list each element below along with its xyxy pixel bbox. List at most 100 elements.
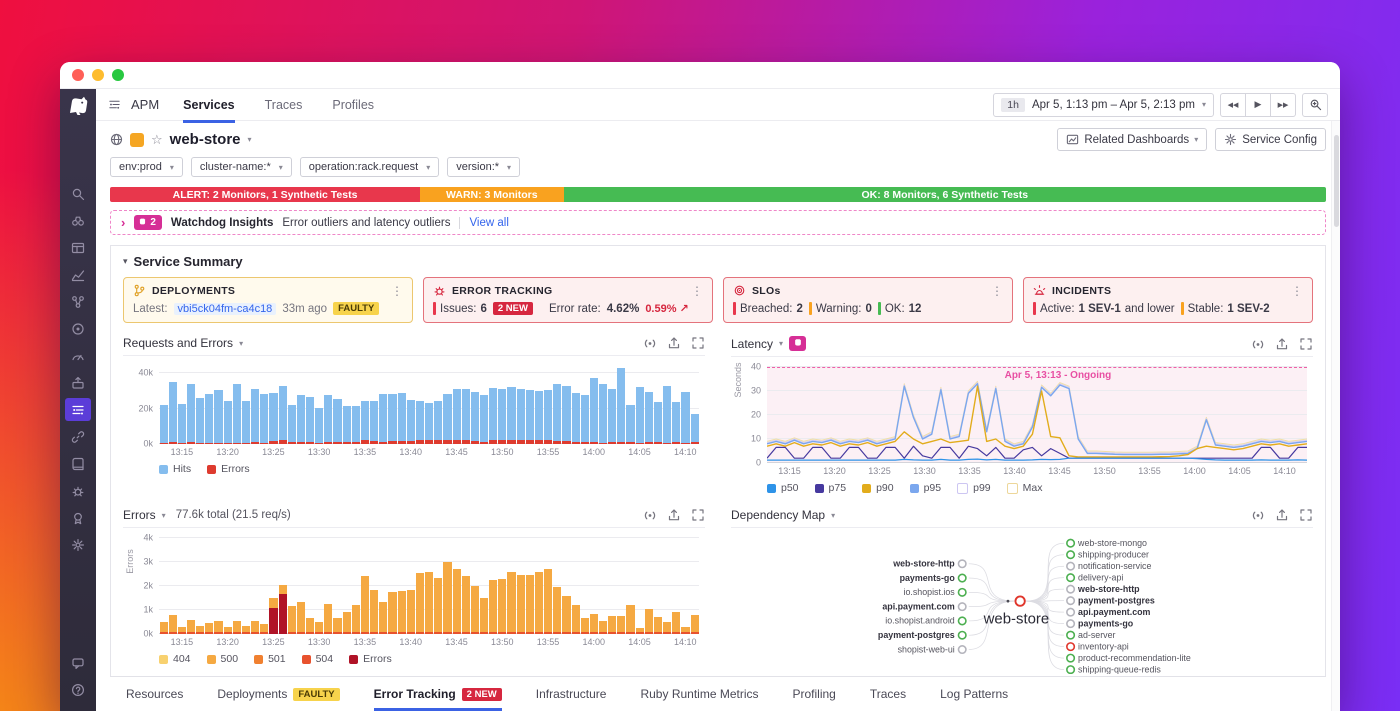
dependency-map-canvas[interactable]: web-store-http payments-go io.shopist.ios a… <box>731 532 1313 674</box>
service-node-label[interactable]: web-store-http <box>1077 584 1140 594</box>
error-tracking-card[interactable]: ERROR TRACKING ⋮ Issues: 6 2 NEW Error r… <box>423 277 713 323</box>
chevron-down-icon[interactable]: ▾ <box>779 339 783 348</box>
service-node[interactable] <box>957 559 967 569</box>
service-node[interactable] <box>1066 619 1076 629</box>
sidebar-item-chat[interactable] <box>65 651 91 674</box>
chevron-down-icon[interactable]: ▾ <box>831 511 835 520</box>
chevron-down-icon[interactable]: ▾ <box>248 135 252 144</box>
tab-profiles[interactable]: Profiles <box>332 86 374 123</box>
service-node[interactable] <box>957 616 967 626</box>
sidebar-item-monitors[interactable] <box>65 317 91 340</box>
legend-item[interactable]: Hits <box>159 463 191 475</box>
service-node-label[interactable]: payments-go <box>900 573 956 583</box>
service-node[interactable] <box>957 587 967 597</box>
service-node-label[interactable]: web-store-mongo <box>1077 538 1147 548</box>
create-monitor-icon[interactable] <box>643 508 657 522</box>
tab-services[interactable]: Services <box>183 86 235 123</box>
service-node[interactable] <box>1066 653 1076 663</box>
close-window-button[interactable] <box>72 69 84 81</box>
service-config-button[interactable]: Service Config <box>1215 128 1326 151</box>
sidebar-item-metrics[interactable] <box>65 263 91 286</box>
legend-item[interactable]: 500 <box>206 653 238 665</box>
tab-infrastructure[interactable]: Infrastructure <box>536 677 607 711</box>
tab-error-tracking[interactable]: Error Tracking 2 NEW <box>373 677 502 711</box>
service-node[interactable] <box>957 644 967 655</box>
legend-item[interactable]: p99 <box>957 482 991 494</box>
service-node-label[interactable]: ad-server <box>1078 630 1115 640</box>
scrollbar[interactable] <box>1331 121 1340 711</box>
service-node-label[interactable]: shopist-web-ui <box>898 644 955 654</box>
fullscreen-icon[interactable] <box>1299 508 1313 522</box>
service-node[interactable] <box>1066 550 1076 560</box>
legend-item[interactable]: Max <box>1006 482 1043 494</box>
rewind-button[interactable]: ◀◀ <box>1220 92 1246 117</box>
scrollbar-thumb[interactable] <box>1334 135 1339 227</box>
service-node[interactable] <box>1066 607 1076 617</box>
legend-item[interactable]: 501 <box>254 653 286 665</box>
create-monitor-icon[interactable] <box>1251 337 1265 351</box>
slos-card[interactable]: SLOs ⋮ Breached: 2 Warning: 0 OK: 12 <box>723 277 1013 323</box>
zoom-search-button[interactable] <box>1302 92 1328 117</box>
service-summary-heading[interactable]: ▾ Service Summary <box>123 254 1313 269</box>
tab-traces[interactable]: Traces <box>870 677 906 711</box>
minimize-window-button[interactable] <box>92 69 104 81</box>
zoom-window-button[interactable] <box>112 69 124 81</box>
sidebar-item-ci[interactable] <box>65 371 91 394</box>
service-node[interactable] <box>1066 573 1076 583</box>
related-dashboards-button[interactable]: Related Dashboards ▾ <box>1057 128 1208 151</box>
service-node-label[interactable]: api.payment.com <box>1078 607 1150 617</box>
service-node-label[interactable]: payment-postgres <box>878 630 955 640</box>
sidebar-item-synthetics[interactable] <box>65 344 91 367</box>
status-segment[interactable]: WARN: 3 Monitors <box>420 187 564 202</box>
service-node-label[interactable]: payments-go <box>1078 618 1134 628</box>
legend-item[interactable]: 404 <box>159 653 191 665</box>
sidebar-item-compliance[interactable] <box>65 506 91 529</box>
filter-pill[interactable]: env:prod ▾ <box>110 157 183 177</box>
datadog-logo-icon[interactable] <box>66 94 90 118</box>
sidebar-item-service-map[interactable] <box>65 425 91 448</box>
service-node-label[interactable]: payment-postgres <box>1078 595 1155 605</box>
filter-pill[interactable]: cluster-name:* ▾ <box>190 157 292 177</box>
export-icon[interactable] <box>1275 337 1289 351</box>
card-menu-kebab[interactable]: ⋮ <box>1291 285 1303 297</box>
chevron-down-icon[interactable]: ▾ <box>162 511 166 520</box>
export-icon[interactable] <box>667 336 681 350</box>
legend-item[interactable]: Errors <box>207 463 250 475</box>
commit-link[interactable]: vbi5ck04fm-ca4c18 <box>173 302 277 315</box>
export-icon[interactable] <box>1275 508 1289 522</box>
center-service-node[interactable] <box>1014 595 1026 607</box>
export-icon[interactable] <box>667 508 681 522</box>
sidebar-item-watchdog[interactable] <box>65 209 91 232</box>
sidebar-item-apm[interactable] <box>65 398 91 421</box>
service-node-label[interactable]: web-store-http <box>892 559 955 569</box>
service-node-label[interactable]: shipping-queue-redis <box>1078 664 1161 674</box>
create-monitor-icon[interactable] <box>643 336 657 350</box>
service-node-label[interactable]: delivery-api <box>1078 572 1123 582</box>
chevron-down-icon[interactable]: ▾ <box>239 339 243 348</box>
filter-pill[interactable]: version:* ▾ <box>447 157 521 177</box>
service-node[interactable] <box>1066 665 1076 674</box>
tab-traces[interactable]: Traces <box>265 86 303 123</box>
incidents-card[interactable]: INCIDENTS ⋮ Active: 1 SEV-1 and lower Stabl… <box>1023 277 1313 323</box>
sidebar-item-security[interactable] <box>65 479 91 502</box>
create-monitor-icon[interactable] <box>1251 508 1265 522</box>
favorite-star-icon[interactable]: ☆ <box>151 132 163 148</box>
sidebar-item-help[interactable] <box>65 678 91 701</box>
service-node-label[interactable]: io.shopist.android <box>885 616 955 626</box>
service-node-label[interactable]: notification-service <box>1078 561 1151 571</box>
latency-chart-plot[interactable]: 0 10 20 30 40 Apr 5, 13:13 - Ongoing <box>751 362 1307 467</box>
status-segment[interactable]: OK: 8 Monitors, 6 Synthetic Tests <box>563 187 1326 202</box>
service-node[interactable] <box>1066 630 1076 640</box>
time-range-selector[interactable]: 1h Apr 5, 1:13 pm – Apr 5, 2:13 pm ▾ <box>993 92 1214 117</box>
deployments-card[interactable]: DEPLOYMENTS ⋮ Latest: vbi5ck04fm-ca4c18 … <box>123 277 413 323</box>
legend-item[interactable]: p75 <box>814 482 846 494</box>
fast-forward-button[interactable]: ▶▶ <box>1271 92 1296 117</box>
service-node-label[interactable]: shipping-producer <box>1078 550 1149 560</box>
tab-log-patterns[interactable]: Log Patterns <box>940 677 1008 711</box>
tab-profiling[interactable]: Profiling <box>793 677 836 711</box>
tab-ruby-runtime-metrics[interactable]: Ruby Runtime Metrics <box>640 677 758 711</box>
sidebar-item-logs[interactable] <box>65 452 91 475</box>
sidebar-item-settings[interactable] <box>65 533 91 556</box>
card-menu-kebab[interactable]: ⋮ <box>991 285 1003 297</box>
service-node[interactable] <box>1066 538 1076 548</box>
